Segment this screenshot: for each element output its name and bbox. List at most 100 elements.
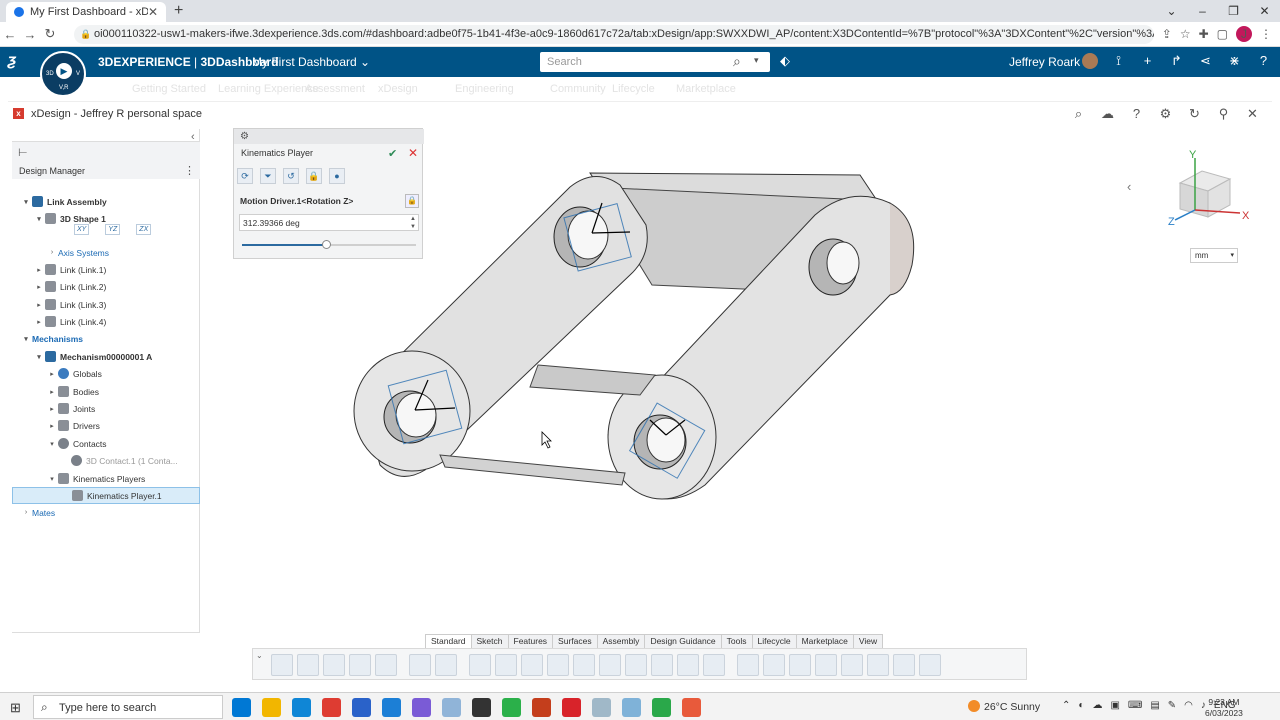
plane-xy-icon[interactable]: XY [74, 224, 90, 235]
search-icon[interactable]: ⌕ [733, 53, 741, 70]
action-tab[interactable]: Design Guidance [644, 634, 722, 648]
settings-gear-icon[interactable]: ⚙ [1158, 106, 1173, 122]
tool-icon[interactable] [547, 654, 569, 676]
expand-toggle-icon[interactable]: ▾ [20, 198, 32, 206]
action-tab[interactable]: Standard [425, 634, 472, 648]
close-icon[interactable]: ✕ [1245, 106, 1260, 122]
mail-app-icon[interactable] [232, 698, 251, 717]
tool-icon[interactable] [573, 654, 595, 676]
driver-slider[interactable] [242, 240, 416, 249]
tool-icon[interactable] [789, 654, 811, 676]
compass-share-icon[interactable]: ⟟ [1110, 53, 1127, 69]
tool-icon[interactable] [651, 654, 673, 676]
dashboard-tab[interactable]: Marketplace [676, 83, 736, 95]
minimize-icon[interactable]: – [1187, 2, 1218, 20]
dashboard-tab[interactable]: Learning Experience [218, 83, 319, 95]
tree-item[interactable]: ▸ Joints [46, 400, 95, 417]
refresh-icon[interactable]: ↻ [1187, 106, 1202, 122]
app-icon[interactable] [652, 698, 671, 717]
app-icon[interactable] [592, 698, 611, 717]
tab-search-icon[interactable]: ⌄ [1156, 2, 1187, 20]
store-app-icon[interactable] [352, 698, 371, 717]
expand-toggle-icon[interactable]: ▾ [33, 215, 45, 223]
close-tab-icon[interactable]: ✕ [148, 5, 158, 19]
tool-icon[interactable] [297, 654, 319, 676]
ok-check-icon[interactable]: ✔ [388, 147, 397, 160]
driver-value-field[interactable]: 312.39366 deg ▲ ▼ [239, 214, 419, 231]
browser-tab[interactable]: My First Dashboard - xDesign ✕ [6, 2, 166, 22]
user-name[interactable]: Jeffrey Roark [1009, 55, 1080, 69]
tree-item[interactable]: ▸ Drivers [46, 417, 100, 434]
driver-lock-icon[interactable]: 🔒 [405, 194, 419, 208]
plane-zx-icon[interactable]: ZX [136, 224, 152, 235]
tool-icon[interactable] [349, 654, 371, 676]
tree-item[interactable]: ▸ Globals [46, 365, 102, 382]
weather-widget[interactable]: 26°C Sunny [968, 700, 1040, 713]
lock-icon[interactable]: 🔒 [80, 25, 91, 44]
chevron-left-icon[interactable]: ‹ [1127, 179, 1131, 194]
tool-icon[interactable] [375, 654, 397, 676]
stepper-icon[interactable]: ▲ ▼ [410, 215, 416, 231]
tray-icon[interactable]: ⌃ [1062, 700, 1070, 711]
browser-menu-icon[interactable]: ⋮ [1260, 27, 1272, 41]
share-icon[interactable]: ⇪ [1162, 27, 1172, 41]
action-tab[interactable]: Surfaces [552, 634, 598, 648]
tree-item[interactable]: ▾ Mechanism00000001 A [33, 348, 152, 365]
tool-icon[interactable] [495, 654, 517, 676]
tool-icon[interactable] [737, 654, 759, 676]
pin-icon[interactable]: ⚲ [1216, 106, 1231, 122]
record-icon[interactable]: ● [329, 168, 345, 184]
wifi-icon[interactable]: ◠ [1184, 700, 1193, 711]
tree-item[interactable]: ▾ Link Assembly [20, 193, 107, 210]
user-avatar[interactable] [1082, 53, 1098, 69]
tray-icon[interactable]: ▣ [1110, 700, 1119, 711]
new-tab-icon[interactable]: + [174, 2, 183, 20]
expand-toggle-icon[interactable]: ▸ [46, 405, 58, 413]
tool-icon[interactable] [409, 654, 431, 676]
expand-toggle-icon[interactable]: ▸ [33, 318, 45, 326]
tool-icon[interactable] [893, 654, 915, 676]
close-window-icon[interactable]: ✕ [1249, 2, 1280, 20]
add-icon[interactable]: + [1139, 53, 1156, 69]
expand-toggle-icon[interactable]: ▸ [33, 266, 45, 274]
search-icon[interactable]: ⌕ [1071, 106, 1086, 122]
tool-icon[interactable] [677, 654, 699, 676]
sidepanel-icon[interactable]: ▢ [1217, 27, 1228, 41]
expand-toggle-icon[interactable]: ▸ [46, 422, 58, 430]
tool-icon[interactable] [521, 654, 543, 676]
tool-icon[interactable] [919, 654, 941, 676]
expand-toggle-icon[interactable]: ▸ [33, 283, 45, 291]
forward-share-icon[interactable]: ↱ [1168, 53, 1185, 69]
tree-item[interactable]: › Mates [20, 504, 55, 521]
search-dropdown-icon[interactable]: ▾ [754, 55, 759, 66]
share-network-icon[interactable]: ⋖ [1197, 53, 1214, 69]
tool-icon[interactable] [763, 654, 785, 676]
tree-item[interactable]: ▸ Link (Link.3) [33, 296, 106, 313]
tray-icon[interactable]: ✎ [1168, 700, 1176, 711]
app-icon[interactable] [442, 698, 461, 717]
panel-drag-handle[interactable]: ⚙ [234, 129, 424, 144]
tool-icon[interactable] [599, 654, 621, 676]
file-explorer-icon[interactable] [262, 698, 281, 717]
expand-toggle-icon[interactable]: ▾ [20, 335, 32, 343]
dashboard-tab[interactable]: Engineering [455, 83, 514, 95]
close-icon[interactable]: ✕ [408, 146, 418, 160]
tree-item[interactable]: 3D Contact.1 (1 Conta... [59, 452, 178, 469]
tree-item[interactable]: ▾ Contacts [46, 435, 107, 452]
action-tab[interactable]: View [852, 634, 884, 648]
expand-toggle-icon[interactable]: ▸ [46, 370, 58, 378]
clock[interactable]: 9:23 AM 6/03/2023 [1205, 697, 1243, 719]
community-icon[interactable]: ⋇ [1226, 53, 1243, 69]
tree-item[interactable]: › Axis Systems [46, 244, 109, 261]
plane-yz-icon[interactable]: YZ [105, 224, 121, 235]
tray-icon[interactable]: ▤ [1150, 700, 1159, 711]
tree-item[interactable]: ▾ Kinematics Players [46, 470, 145, 487]
help-icon[interactable]: ? [1255, 53, 1272, 69]
tree-item[interactable]: ▸ Bodies [46, 383, 99, 400]
tray-icon[interactable]: ⌨ [1128, 700, 1142, 711]
simulate-icon[interactable]: ⟳ [237, 168, 253, 184]
slider-knob[interactable] [321, 240, 331, 249]
tag-icon[interactable]: ⬖ [780, 53, 790, 69]
dashboard-tab[interactable]: Lifecycle [612, 83, 655, 95]
expand-toggle-icon[interactable]: ▾ [46, 475, 58, 483]
